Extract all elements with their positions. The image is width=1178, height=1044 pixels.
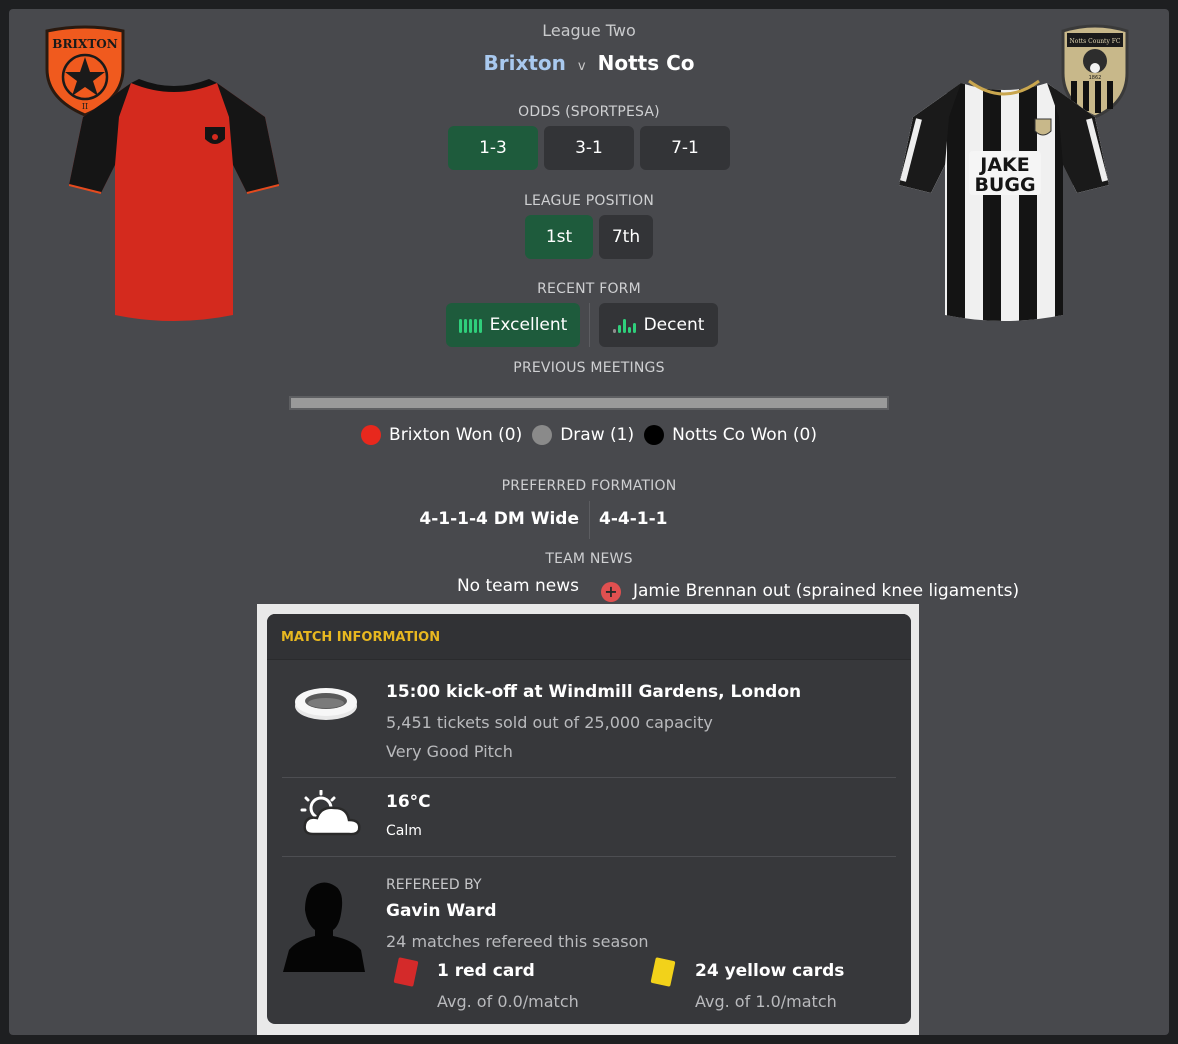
red-card-icon	[393, 957, 419, 987]
team-news-label: TEAM NEWS	[545, 551, 633, 567]
odds-draw[interactable]: 3-1	[544, 126, 634, 170]
match-information-header: MATCH INFORMATION	[267, 614, 911, 660]
away-recent-form[interactable]: Decent	[599, 303, 718, 347]
competition-name[interactable]: League Two	[9, 21, 1169, 40]
temperature: 16°C	[386, 792, 431, 812]
odds-away-win[interactable]: 7-1	[640, 126, 730, 170]
red-card-average: Avg. of 0.0/match	[437, 992, 579, 1011]
draw-dot-icon	[532, 425, 553, 445]
tickets-sold: 5,451 tickets sold out of 25,000 capacit…	[386, 713, 713, 732]
partly-cloudy-icon	[300, 790, 361, 836]
home-formation[interactable]: 4-1-1-4 DM Wide	[419, 509, 579, 529]
recent-form-label: RECENT FORM	[537, 281, 641, 297]
referee-name[interactable]: Gavin Ward	[386, 901, 497, 921]
referee-matches: 24 matches refereed this season	[386, 932, 649, 951]
injury-icon: +	[601, 582, 621, 602]
kickoff-venue[interactable]: 15:00 kick-off at Windmill Gardens, Lond…	[386, 682, 801, 702]
odds-home-win[interactable]: 1-3	[448, 126, 538, 170]
draw-count: Draw (1)	[560, 425, 635, 445]
odds-label: ODDS (SPORTPESA)	[518, 104, 660, 120]
away-formation[interactable]: 4-4-1-1	[599, 509, 667, 529]
away-won-dot-icon	[644, 425, 665, 445]
away-team-news[interactable]: Jamie Brennan out (sprained knee ligamen…	[633, 581, 1019, 601]
match-preview-panel: BRIXTON II Notts County FC 1862 JAKE BUG…	[9, 9, 1169, 1035]
previous-meetings-bar[interactable]	[289, 396, 889, 410]
divider-venue	[282, 777, 896, 778]
referee-silhouette-icon	[283, 882, 365, 972]
red-card-count: 1 red card	[437, 961, 535, 981]
away-form-text: Decent	[643, 315, 705, 335]
away-form-bars-icon	[612, 317, 636, 333]
away-kit-sponsor-line1: JAKE	[978, 154, 1029, 176]
home-recent-form[interactable]: Excellent	[446, 303, 580, 347]
form-separator	[589, 303, 590, 347]
home-won-dot-icon	[361, 425, 382, 445]
preferred-formation-label: PREFERRED FORMATION	[501, 478, 677, 494]
home-team-link[interactable]: Brixton	[484, 51, 566, 75]
versus-label: v	[577, 59, 586, 74]
stadium-icon	[295, 688, 357, 720]
refereed-by-label: REFEREED BY	[386, 877, 482, 893]
previous-meetings-label: PREVIOUS MEETINGS	[513, 360, 665, 376]
home-form-bars-icon	[458, 317, 482, 333]
home-form-text: Excellent	[489, 315, 568, 335]
yellow-card-average: Avg. of 1.0/match	[695, 992, 837, 1011]
away-league-position[interactable]: 7th	[599, 215, 653, 259]
home-team-news: No team news	[456, 576, 579, 596]
away-won-count: Notts Co Won (0)	[672, 425, 817, 445]
fixture-teams: Brixton v Notts Co	[9, 51, 1169, 79]
pitch-condition: Very Good Pitch	[386, 742, 513, 761]
yellow-card-icon	[650, 957, 676, 987]
divider-weather	[282, 856, 896, 857]
previous-meetings-legend: Brixton Won (0) Draw (1) Notts Co Won (0…	[9, 423, 1169, 447]
wind-condition: Calm	[386, 823, 422, 839]
match-information-card: MATCH INFORMATION 15:00 kick-off at Wind…	[267, 614, 911, 1024]
formation-separator	[589, 501, 590, 539]
match-information-title: MATCH INFORMATION	[281, 630, 441, 645]
league-position-label: LEAGUE POSITION	[523, 193, 655, 209]
yellow-card-count: 24 yellow cards	[695, 961, 845, 981]
away-team-link[interactable]: Notts Co	[598, 51, 695, 75]
home-won-count: Brixton Won (0)	[389, 425, 523, 445]
home-league-position[interactable]: 1st	[525, 215, 593, 259]
